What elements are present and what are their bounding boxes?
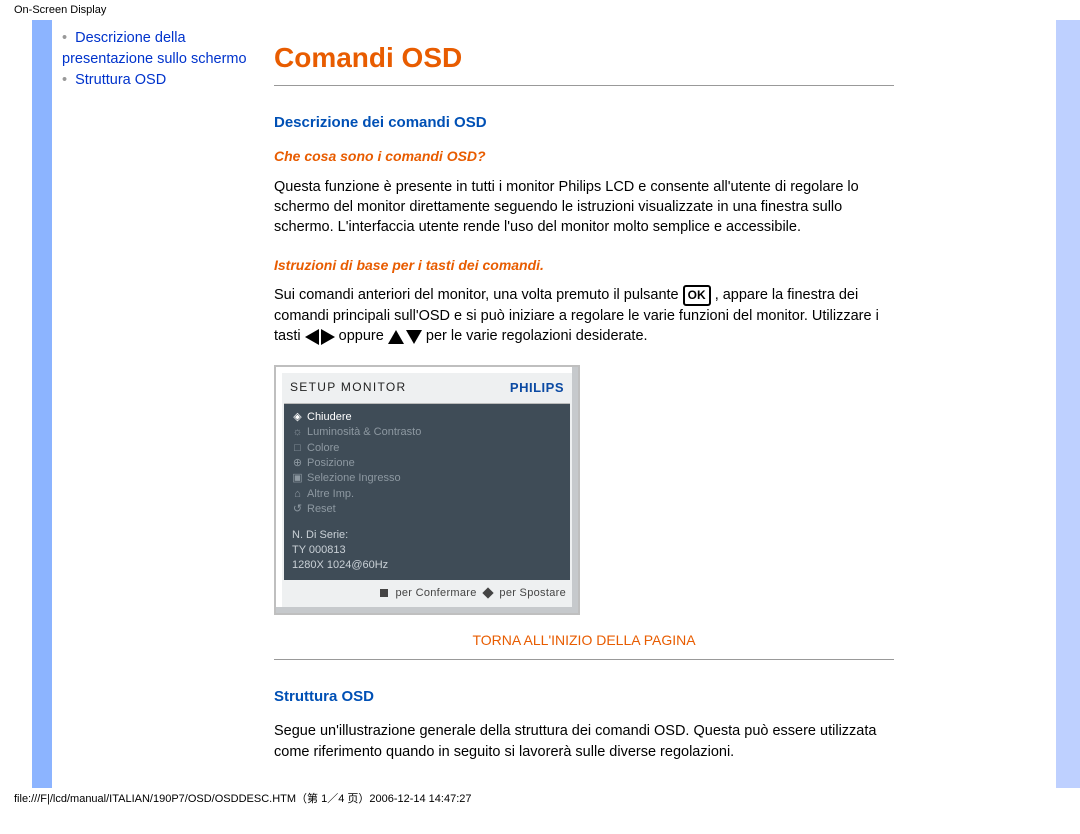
page-title: Comandi OSD — [274, 38, 894, 77]
osd-serial-value: TY 000813 — [292, 543, 562, 558]
osd-panel: SETUP MONITOR PHILIPS ◈ Chiudere ☼ Luminosi… — [274, 365, 580, 615]
sidebar-link-descrizione[interactable]: Descrizione della presentazione sullo sc… — [62, 30, 247, 67]
arrow-right-icon — [321, 329, 335, 345]
text-fragment: oppure — [339, 328, 388, 344]
osd-menu-item: ◈ Chiudere — [292, 410, 562, 425]
paragraph: Questa funzione è presente in tutti i mo… — [274, 177, 894, 238]
page-meta-foot: file:///F|/lcd/manual/ITALIAN/190P7/OSD/… — [0, 788, 1080, 818]
osd-resolution: 1280X 1024@60Hz — [292, 558, 562, 573]
osd-item-label: Selezione Ingresso — [307, 472, 401, 484]
section-sub-che-cosa: Che cosa sono i comandi OSD? — [274, 147, 894, 167]
text-fragment: Sui comandi anteriori del monitor, una v… — [274, 288, 683, 304]
paragraph-instructions: Sui comandi anteriori del monitor, una v… — [274, 285, 894, 346]
arrow-up-icon — [388, 330, 404, 344]
osd-serial: N. Di Serie: TY 000813 1280X 1024@60Hz — [292, 528, 562, 574]
arrow-left-icon — [305, 329, 319, 345]
page-meta-top: On-Screen Display — [0, 0, 1080, 20]
diamond-icon — [482, 587, 493, 598]
bullet-icon: • — [62, 30, 67, 46]
left-accent-bar — [32, 20, 52, 788]
section-heading-descrizione: Descrizione dei comandi OSD — [274, 112, 894, 133]
bullet-icon: • — [62, 72, 67, 88]
osd-menu-item: ⊕ Posizione — [292, 456, 562, 471]
osd-item-icon: ☼ — [292, 425, 303, 440]
sidebar: • Descrizione della presentazione sullo … — [52, 20, 268, 788]
osd-serial-label: N. Di Serie: — [292, 528, 562, 543]
sidebar-item[interactable]: • Descrizione della presentazione sullo … — [62, 28, 262, 70]
back-to-top: TORNA ALL'INIZIO DELLA PAGINA — [274, 631, 894, 651]
osd-item-label: Colore — [307, 442, 339, 454]
osd-foot-move: per Spostare — [499, 587, 566, 599]
right-accent-bar — [1056, 20, 1080, 788]
section-heading-struttura: Struttura OSD — [274, 686, 894, 707]
ok-button-icon: OK — [683, 285, 711, 306]
section-sub-istruzioni: Istruzioni di base per i tasti dei coman… — [274, 256, 894, 276]
osd-menu-item: □ Colore — [292, 441, 562, 456]
content-frame: • Descrizione della presentazione sullo … — [32, 20, 1080, 788]
back-to-top-link[interactable]: TORNA ALL'INIZIO DELLA PAGINA — [472, 632, 695, 648]
osd-foot-confirm: per Confermare — [395, 587, 476, 599]
main-content: Comandi OSD Descrizione dei comandi OSD … — [268, 20, 900, 788]
sidebar-item[interactable]: • Struttura OSD — [62, 70, 262, 91]
text-fragment: per le varie regolazioni desiderate. — [426, 328, 648, 344]
osd-footer: per Confermare per Spostare — [284, 580, 570, 605]
osd-menu-item: ☼ Luminosità & Contrasto — [292, 425, 562, 440]
square-icon — [380, 589, 388, 597]
paragraph: Segue un'illustrazione generale della st… — [274, 721, 894, 762]
osd-item-label: Chiudere — [307, 411, 352, 423]
osd-item-icon: ⌂ — [292, 487, 303, 502]
osd-item-icon: ⊕ — [292, 456, 303, 471]
osd-item-label: Posizione — [307, 457, 355, 469]
osd-setup-label: SETUP MONITOR — [290, 379, 406, 396]
osd-brand-label: PHILIPS — [510, 379, 564, 397]
arrow-down-icon — [406, 330, 422, 344]
osd-item-label: Luminosità & Contrasto — [307, 426, 421, 438]
osd-menu-item: ↺ Reset — [292, 502, 562, 517]
divider — [274, 659, 894, 660]
osd-titlebar: SETUP MONITOR PHILIPS — [284, 375, 570, 404]
osd-menu-item: ⌂ Altre Imp. — [292, 487, 562, 502]
osd-body: ◈ Chiudere ☼ Luminosità & Contrasto □ Colore ⊕… — [284, 404, 570, 580]
osd-item-icon: ▣ — [292, 471, 303, 486]
sidebar-link-struttura[interactable]: Struttura OSD — [75, 72, 166, 88]
osd-menu-item: ▣ Selezione Ingresso — [292, 471, 562, 486]
osd-item-label: Altre Imp. — [307, 488, 354, 500]
osd-item-label: Reset — [307, 503, 336, 515]
osd-item-icon: ◈ — [292, 410, 303, 425]
divider — [274, 85, 894, 86]
osd-item-icon: ↺ — [292, 502, 303, 517]
osd-item-icon: □ — [292, 441, 303, 456]
